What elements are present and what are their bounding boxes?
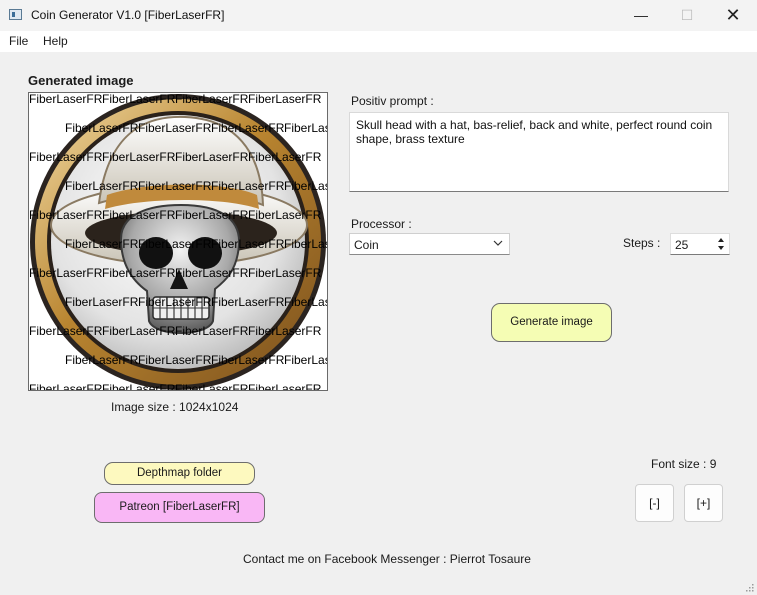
watermark-text: FiberLaserFR xyxy=(175,208,249,222)
generated-image: FiberLaserFR FiberLaserFR FiberLaserFR F… xyxy=(28,92,328,391)
coin-skull-image: FiberLaserFR FiberLaserFR FiberLaserFR F… xyxy=(29,93,327,390)
watermark-text: FiberLaserFR xyxy=(211,295,285,309)
watermark-text: FiberLaserFR xyxy=(248,324,322,338)
steps-label: Steps : xyxy=(623,236,661,250)
watermark-text: FiberLaserFR xyxy=(175,382,249,390)
watermark-text: FiberLaserFR xyxy=(29,93,103,106)
increase-font-button[interactable]: [+] xyxy=(684,484,723,522)
watermark-text: FiberLaserFR xyxy=(102,150,176,164)
title-bar: Coin Generator V1.0 [FiberLaserFR] — ☐ ✕ xyxy=(0,0,757,31)
watermark-text: FiberLaserFR xyxy=(29,324,103,338)
watermark-text: FiberLaserFR xyxy=(211,179,285,193)
menu-bar: File Help xyxy=(0,31,757,52)
watermark-text: FiberLaserFR xyxy=(175,150,249,164)
watermark-text: FiberLaserFR xyxy=(29,266,103,280)
steps-value: 25 xyxy=(675,238,689,252)
watermark-text: FiberLaserFR xyxy=(248,382,322,390)
minimize-button[interactable]: — xyxy=(618,0,664,31)
watermark-text: FiberLaserFR xyxy=(248,266,322,280)
watermark-text: FiberLaserFR xyxy=(102,208,176,222)
watermark-text: FiberLaserFR xyxy=(284,121,327,135)
prompt-input[interactable]: Skull head with a hat, bas-relief, back … xyxy=(349,112,729,192)
menu-help[interactable]: Help xyxy=(43,34,68,48)
watermark-text: FiberLaserFR xyxy=(284,179,327,193)
watermark-text: FiberLaserFR xyxy=(284,295,327,309)
resize-grip-icon[interactable] xyxy=(745,583,754,592)
watermark-text: FiberLaserFR xyxy=(138,179,212,193)
watermark-text: FiberLaserFR xyxy=(65,237,139,251)
watermark-text: FiberLaserFR xyxy=(248,93,322,106)
watermark-text: FiberLaserFR xyxy=(102,324,176,338)
arrow-down-icon[interactable] xyxy=(716,244,726,253)
depthmap-folder-button[interactable]: Depthmap folder xyxy=(104,462,255,485)
watermark-text: FiberLaserFR xyxy=(65,179,139,193)
watermark-text: FiberLaserFR xyxy=(211,237,285,251)
decrease-font-button[interactable]: [-] xyxy=(635,484,674,522)
watermark-text: FiberLaserFR xyxy=(65,121,139,135)
watermark-text: FiberLaserFR xyxy=(102,93,176,106)
watermark-text: FiberLaserFR xyxy=(138,121,212,135)
generate-image-button[interactable]: Generate image xyxy=(491,303,612,342)
close-button[interactable]: ✕ xyxy=(710,0,756,31)
watermark-text: FiberLaserFR xyxy=(29,382,103,390)
watermark-text: FiberLaserFR xyxy=(211,121,285,135)
processor-select[interactable]: Coin xyxy=(349,233,510,255)
chevron-down-icon xyxy=(493,240,503,246)
arrow-up-icon[interactable] xyxy=(716,235,726,244)
watermark-text: FiberLaserFR xyxy=(211,353,285,367)
processor-value: Coin xyxy=(354,238,379,252)
app-icon xyxy=(9,9,22,20)
generated-image-label: Generated image xyxy=(28,73,134,88)
watermark-text: FiberLaserFR xyxy=(175,93,249,106)
image-size-label: Image size : 1024x1024 xyxy=(111,400,239,414)
watermark-text: FiberLaserFR xyxy=(138,237,212,251)
watermark-text: FiberLaserFR xyxy=(175,324,249,338)
maximize-button[interactable]: ☐ xyxy=(664,0,710,31)
menu-file[interactable]: File xyxy=(9,34,28,48)
watermark-text: FiberLaserFR xyxy=(102,266,176,280)
watermark-text: FiberLaserFR xyxy=(102,382,176,390)
font-size-label: Font size : 9 xyxy=(651,457,717,471)
steps-spinbox[interactable]: 25 xyxy=(670,233,730,255)
watermark-text: FiberLaserFR xyxy=(65,353,139,367)
watermark-text: FiberLaserFR xyxy=(65,295,139,309)
watermark-text: FiberLaserFR xyxy=(248,150,322,164)
prompt-label: Positiv prompt : xyxy=(351,94,434,108)
contact-text: Contact me on Facebook Messenger : Pierr… xyxy=(243,552,531,566)
window-title: Coin Generator V1.0 [FiberLaserFR] xyxy=(31,8,225,22)
watermark-text: FiberLaserFR xyxy=(175,266,249,280)
watermark-text: FiberLaserFR xyxy=(248,208,322,222)
watermark-text: FiberLaserFR xyxy=(138,295,212,309)
watermark-text: FiberLaserFR xyxy=(284,237,327,251)
watermark-text: FiberLaserFR xyxy=(284,353,327,367)
watermark-text: FiberLaserFR xyxy=(29,150,103,164)
watermark-text: FiberLaserFR xyxy=(29,208,103,222)
watermark-text: FiberLaserFR xyxy=(138,353,212,367)
patreon-button[interactable]: Patreon [FiberLaserFR] xyxy=(94,492,265,523)
processor-label: Processor : xyxy=(351,217,412,231)
